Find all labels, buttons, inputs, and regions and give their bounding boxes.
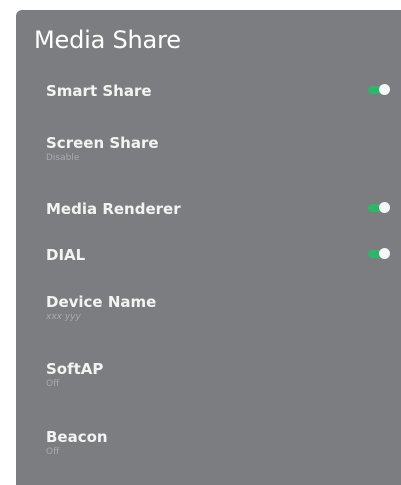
dial-toggle[interactable]: [368, 248, 390, 260]
menu-item-value: Disable: [46, 153, 80, 163]
menu-item-dial[interactable]: DIAL: [46, 246, 390, 264]
menu-item-device-name[interactable]: Device Name xxx yyy: [46, 293, 386, 322]
menu-item-softap[interactable]: SoftAP Off: [46, 360, 386, 389]
panel-title: Media Share: [34, 26, 181, 54]
media-share-panel: Media Share Smart Share Screen Share Dis…: [16, 10, 401, 485]
menu-item-value: Off: [46, 447, 60, 457]
menu-item-value: Off: [46, 379, 60, 389]
toggle-knob: [379, 84, 390, 95]
menu-item-screen-share[interactable]: Screen Share Disable: [46, 134, 386, 163]
menu-item-label: Media Renderer: [46, 200, 181, 218]
toggle-knob: [379, 248, 390, 259]
menu-item-beacon[interactable]: Beacon Off: [46, 428, 386, 457]
menu-item-label: Screen Share: [46, 134, 159, 152]
menu-item-media-renderer[interactable]: Media Renderer: [46, 200, 390, 218]
media-renderer-toggle[interactable]: [368, 202, 390, 214]
menu-item-label: Device Name: [46, 293, 157, 311]
menu-item-label: Beacon: [46, 428, 108, 446]
menu-item-label: DIAL: [46, 246, 86, 264]
menu-item-label: Smart Share: [46, 82, 152, 100]
menu-item-value: xxx yyy: [46, 312, 81, 322]
menu-item-smart-share[interactable]: Smart Share: [46, 82, 390, 100]
menu-item-label: SoftAP: [46, 360, 104, 378]
toggle-knob: [379, 202, 390, 213]
smart-share-toggle[interactable]: [368, 84, 390, 96]
